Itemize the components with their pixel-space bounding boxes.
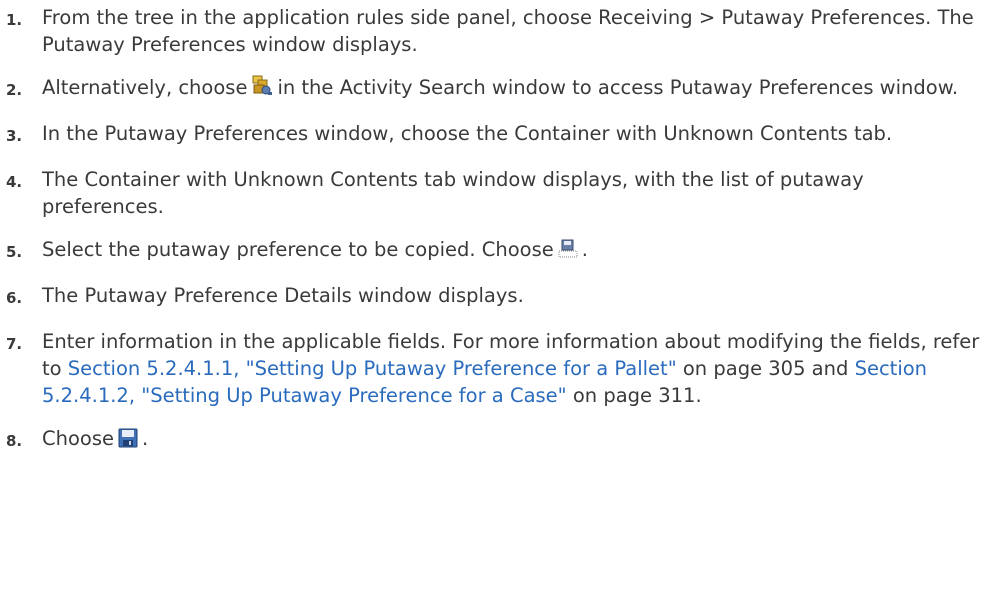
activity-search-putaway-icon — [251, 75, 273, 104]
step-number: 2. — [6, 81, 23, 99]
section-link-pallet[interactable]: Section 5.2.4.1.1, "Setting Up Putaway P… — [68, 357, 677, 380]
step-5: 5. Select the putaway preference to be c… — [6, 236, 986, 266]
step-number: 3. — [6, 127, 23, 145]
step-number: 7. — [6, 335, 23, 353]
step-4: 4. The Container with Unknown Contents t… — [6, 166, 986, 220]
step-text: Enter information in the applicable fiel… — [42, 330, 980, 407]
procedure-steps: 1. From the tree in the application rule… — [6, 4, 986, 471]
step-text: The Container with Unknown Contents tab … — [42, 168, 864, 218]
step-7: 7. Enter information in the applicable f… — [6, 328, 986, 409]
step-text: In the Putaway Preferences window, choos… — [42, 122, 893, 145]
step-text: The Putaway Preference Details window di… — [42, 284, 524, 307]
step-8: 8. Choose. — [6, 425, 986, 455]
step-text: Choose. — [42, 425, 986, 455]
step-number: 1. — [6, 11, 23, 29]
step-text: From the tree in the application rules s… — [42, 6, 974, 56]
step-3: 3. In the Putaway Preferences window, ch… — [6, 120, 986, 150]
step-text: Alternatively, choose in the Activity Sea… — [42, 74, 986, 104]
step-number: 4. — [6, 173, 23, 191]
step-number: 6. — [6, 289, 23, 307]
save-icon — [118, 428, 138, 455]
step-6: 6. The Putaway Preference Details window… — [6, 282, 986, 312]
step-1: 1. From the tree in the application rule… — [6, 4, 986, 58]
copy-save-icon — [558, 239, 578, 266]
step-number: 5. — [6, 243, 23, 261]
step-text: Select the putaway preference to be copi… — [42, 236, 986, 266]
step-number: 8. — [6, 432, 23, 450]
step-2: 2. Alternatively, choose in the Activity … — [6, 74, 986, 104]
